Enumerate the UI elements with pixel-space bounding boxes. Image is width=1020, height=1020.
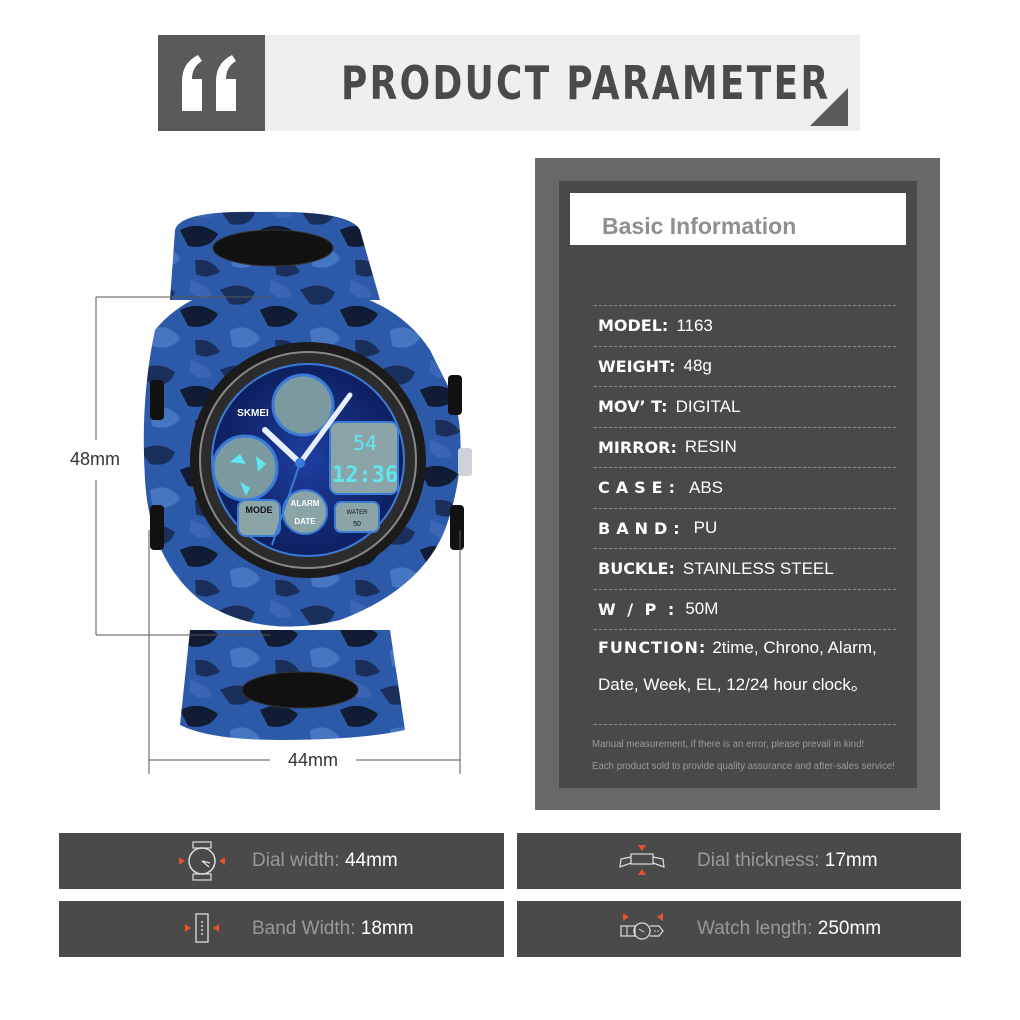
dial-width-icon — [179, 841, 225, 881]
strap-badge-top — [212, 229, 334, 267]
spec-key: MIRROR: — [598, 437, 677, 457]
dimension-value: 44mm — [344, 850, 398, 871]
watch-length-icon — [620, 913, 664, 940]
spec-row-wp: W / P : 50M — [594, 588, 896, 630]
spec-key: WEIGHT: — [598, 356, 676, 376]
spec-value-cont: Date, Week, EL, 12/24 hour clock。 — [598, 675, 868, 694]
spec-value: 1163 — [676, 315, 713, 335]
height-label: 48mm — [70, 449, 120, 469]
spec-row-case: CASE: ABS — [594, 467, 896, 508]
corner-triangle — [810, 88, 848, 126]
day-subdial — [271, 373, 335, 437]
dial-thickness-icon — [619, 845, 665, 875]
svg-text:50: 50 — [353, 521, 361, 528]
spec-key: FUNCTION: — [598, 638, 707, 657]
quote-mark-icon — [182, 55, 236, 111]
lcd-seconds: 54 — [353, 431, 377, 455]
spec-row-band: BAND: PU — [594, 507, 896, 549]
page-title: PRODUCT PARAMETER — [341, 56, 831, 110]
spec-value: RESIN — [684, 437, 737, 457]
spec-row-function: FUNCTION: 2time, Chrono, Alarm, Date, Wee… — [594, 629, 896, 724]
dimension-bar-watch-length: Watch length: 250mm — [517, 901, 961, 957]
disclaimer-line: Manual measurement, if there is an error… — [592, 738, 865, 750]
dimension-bar-dial-width: Dial width: 44mm — [59, 833, 504, 889]
spec-value: 48g — [683, 356, 712, 376]
dimension-label: Band Width: 18mm — [252, 918, 414, 939]
spec-value: PU — [693, 518, 718, 538]
spec-value: STAINLESS STEEL — [682, 558, 834, 578]
spec-row-movement: MOV’ T: DIGITAL — [594, 386, 896, 427]
svg-text:DATE: DATE — [294, 517, 316, 526]
dimension-bar-band-width: Band Width: 18mm — [59, 901, 504, 957]
lcd-time: 12:36 — [332, 463, 398, 488]
spec-row-model: MODEL: 1163 — [594, 305, 896, 346]
svg-text:ALARM: ALARM — [291, 499, 320, 508]
spec-row-buckle: BUCKLE: STAINLESS STEEL — [594, 548, 896, 589]
spec-value: 50M — [685, 599, 719, 619]
spec-key: CASE: — [598, 478, 681, 498]
spec-value: ABS — [688, 477, 724, 497]
spec-key: MOV’ T: — [598, 397, 668, 417]
disclaimer-line: Each product sold to provide quality ass… — [592, 760, 895, 772]
panel-heading: Basic Information — [602, 213, 797, 239]
spec-key: MODEL: — [598, 316, 669, 336]
quote-box — [158, 35, 265, 131]
svg-text:MODE: MODE — [246, 505, 273, 515]
spec-value: 2time, Chrono, Alarm, — [712, 638, 877, 657]
spec-key: BUCKLE: — [598, 559, 675, 579]
spec-value: DIGITAL — [675, 396, 741, 416]
spec-key: BAND: — [598, 518, 686, 538]
dimension-label: Dial width: 44mm — [252, 850, 398, 871]
dimension-label: Watch length: 250mm — [697, 918, 882, 939]
dimension-value: 250mm — [817, 918, 882, 939]
spec-row-weight: WEIGHT: 48g — [594, 345, 896, 387]
spec-list: MODEL: 1163 WEIGHT: 48g MOV’ T: DIGITAL MIR… — [594, 305, 896, 725]
strap-badge-bottom — [241, 671, 359, 709]
width-label: 44mm — [288, 750, 338, 770]
dimension-value: 17mm — [824, 850, 878, 871]
svg-text:WATER: WATER — [347, 510, 369, 516]
brand-logo: SKMEI — [237, 408, 269, 419]
watch-image: 54 12:36 MODE ALARM DATE WATER 50 SKMEI … — [70, 211, 472, 774]
band-width-icon — [185, 913, 219, 943]
disclaimer: Manual measurement, if there is an error… — [592, 733, 895, 777]
header-banner: PRODUCT PARAMETER — [158, 35, 860, 131]
spec-key: W / P : — [598, 599, 678, 619]
dimension-bar-dial-thickness: Dial thickness: 17mm — [517, 833, 961, 889]
spec-row-mirror: MIRROR: RESIN — [594, 426, 896, 468]
divider — [594, 724, 896, 725]
dimension-value: 18mm — [360, 918, 414, 939]
panel-header: Basic Information — [570, 193, 906, 245]
dimension-label: Dial thickness: 17mm — [697, 850, 878, 871]
